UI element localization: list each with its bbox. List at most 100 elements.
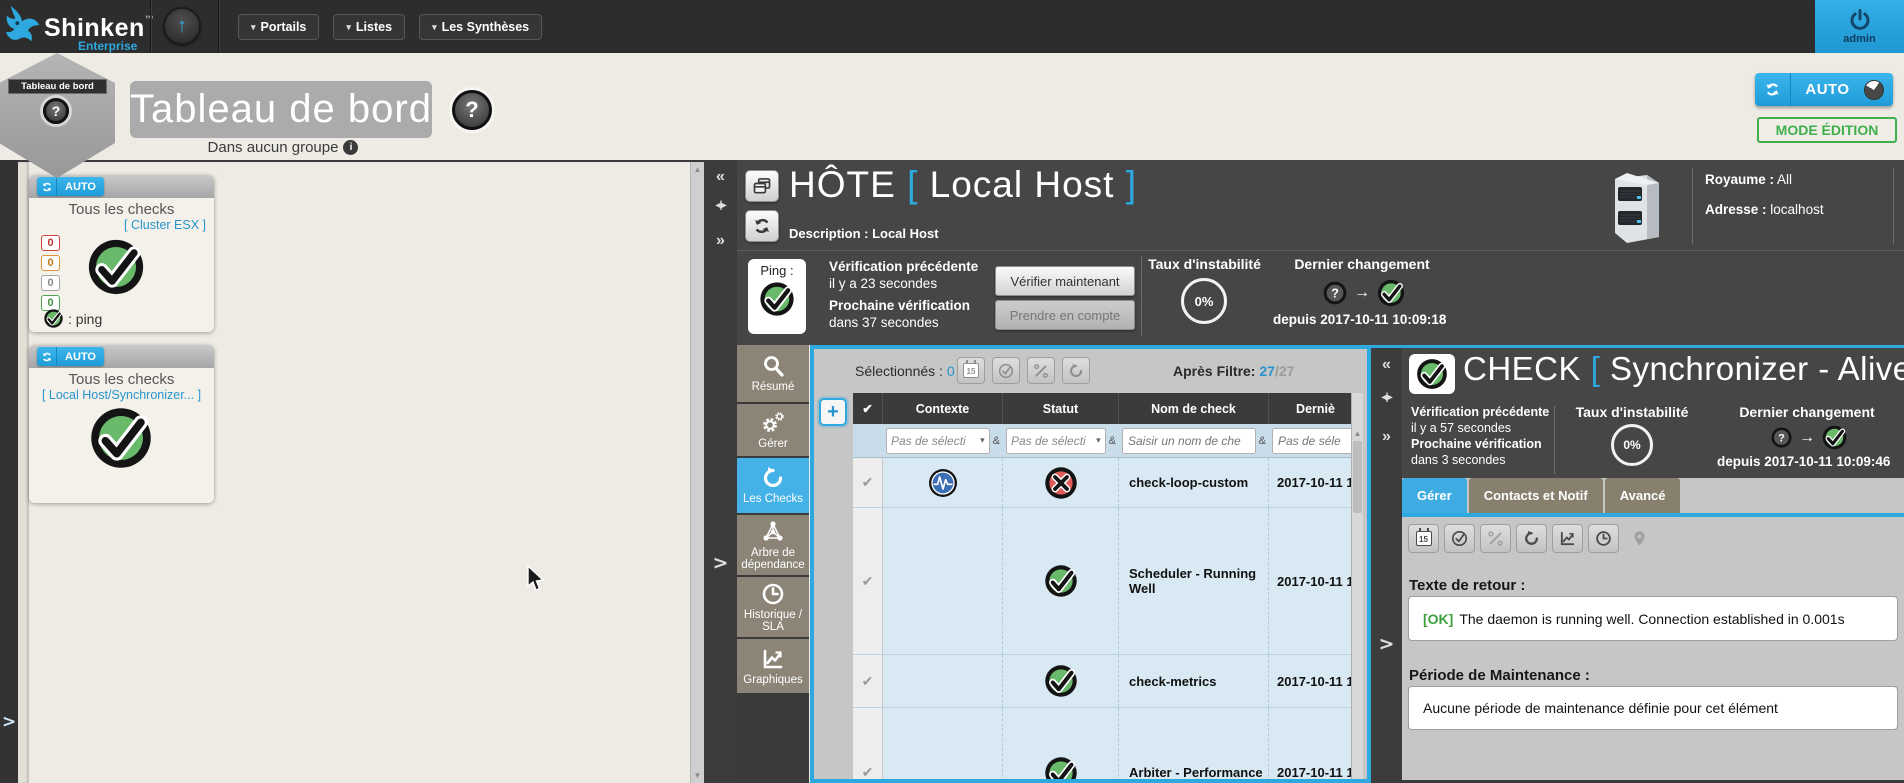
- check-panel-splitter[interactable]: « ◂|▸ » >: [1371, 348, 1402, 783]
- row-checkbox[interactable]: ✔: [853, 708, 883, 779]
- tab-avance[interactable]: Avancé: [1605, 478, 1681, 513]
- shinken-logo[interactable]: Shinken™ Enterprise: [4, 2, 149, 52]
- dashboard-scrollbar[interactable]: ▲ ▼: [690, 162, 704, 783]
- menu-syntheses[interactable]: ▾ Les Synthèses: [419, 14, 542, 40]
- sidebar-item-les-checks[interactable]: Les Checks: [737, 458, 809, 513]
- realm-value: All: [1777, 172, 1792, 187]
- after-filter-current: 27: [1259, 363, 1275, 379]
- sidebar-item-resume[interactable]: Résumé: [737, 345, 809, 402]
- auto-refresh-button[interactable]: AUTO: [1755, 73, 1893, 106]
- widget-checks-synchronizer[interactable]: AUTO Tous les checks [ Local Host/Synchr…: [29, 345, 214, 503]
- output-label: Texte de retour :: [1409, 577, 1525, 594]
- widget-header[interactable]: AUTO: [29, 175, 214, 198]
- table-row[interactable]: ✔ Arbiter - Performance 2017-10-11 1: [853, 708, 1363, 779]
- tools-button[interactable]: [1480, 524, 1511, 553]
- scrollbar-thumb[interactable]: [1353, 441, 1362, 513]
- recheck-button[interactable]: [1516, 524, 1547, 553]
- critical-counter: 0: [41, 235, 60, 251]
- add-column-button[interactable]: +: [819, 398, 847, 426]
- context-filter-select[interactable]: Pas de sélecti ▾: [886, 428, 990, 454]
- host-check-times: Vérification précédente il y a 23 second…: [829, 258, 978, 331]
- widget-header[interactable]: AUTO: [29, 345, 214, 368]
- output-text: The daemon is running well. Connection e…: [1459, 611, 1844, 627]
- open-windows-button[interactable]: [745, 170, 779, 202]
- pin-button[interactable]: [1624, 524, 1655, 553]
- widget-scope-link[interactable]: [ Local Host/Synchronizer... ]: [29, 388, 214, 402]
- expand-panel-icon[interactable]: >: [1371, 633, 1402, 655]
- row-checkbox[interactable]: ✔: [853, 508, 883, 654]
- tab-contacts-et-notif[interactable]: Contacts et Notif: [1469, 478, 1603, 513]
- menu-listes[interactable]: ▾ Listes: [333, 14, 405, 40]
- check-name[interactable]: Arbiter - Performance: [1119, 708, 1269, 779]
- checks-table-panel: Sélectionnés : 0 15 Après Filtre:: [810, 345, 1371, 783]
- check-now-button[interactable]: Vérifier maintenant: [995, 266, 1135, 296]
- user-menu[interactable]: admin: [1815, 0, 1904, 53]
- acknowledge-button[interactable]: Prendre en compte: [995, 300, 1135, 330]
- last-change-since: depuis 2017-10-11 10:09:18: [1273, 312, 1446, 327]
- collapse-left-icon[interactable]: «: [704, 168, 737, 186]
- collapse-right-icon[interactable]: »: [704, 232, 737, 250]
- row-checkbox[interactable]: ✔: [853, 458, 883, 507]
- selected-count: Sélectionnés : 0: [855, 363, 955, 379]
- address-field: Adresse : localhost: [1705, 202, 1824, 217]
- widget-checks-cluster-esx[interactable]: AUTO Tous les checks [ Cluster ESX ] 0 0…: [29, 175, 214, 332]
- host-panel-splitter[interactable]: « ◂|▸ » >: [704, 160, 737, 783]
- next-check-label: Prochaine vérification: [1411, 436, 1549, 452]
- refresh-icon[interactable]: [1755, 73, 1791, 106]
- resize-handle-icon[interactable]: ◂|▸: [1371, 392, 1402, 403]
- info-icon[interactable]: i: [343, 140, 358, 155]
- page-help-button[interactable]: ?: [452, 90, 492, 130]
- schedule-button[interactable]: 15: [1408, 524, 1439, 553]
- history-button[interactable]: [1588, 524, 1619, 553]
- table-row[interactable]: ✔ check-metrics 2017-10-11 1: [853, 655, 1363, 708]
- table-row[interactable]: ✔ Scheduler - Running Well 2017-10-11 1: [853, 508, 1363, 655]
- recheck-button[interactable]: [1062, 357, 1090, 384]
- check-name[interactable]: check-loop-custom: [1119, 458, 1269, 507]
- table-row[interactable]: ✔ check-loop-custom 2017-10-11 1: [853, 458, 1363, 508]
- acknowledge-button[interactable]: [1444, 524, 1475, 553]
- tab-gerer[interactable]: Gérer: [1402, 478, 1467, 513]
- widget-auto-button[interactable]: AUTO: [37, 347, 104, 366]
- column-derniere[interactable]: Derniè: [1269, 393, 1363, 424]
- sidebar-item-graphiques[interactable]: Graphiques: [737, 639, 809, 693]
- select-all-header[interactable]: ✔: [853, 393, 883, 424]
- column-statut[interactable]: Statut: [1003, 393, 1119, 424]
- name-filter-input[interactable]: [1122, 428, 1256, 454]
- sidebar-item-gerer[interactable]: Gérer: [737, 404, 809, 456]
- sidebar-item-arbre-dependance[interactable]: Arbre de dépendance: [737, 515, 809, 575]
- topbar-divider: [150, 0, 152, 53]
- edit-mode-button[interactable]: MODE ÉDITION: [1757, 117, 1897, 143]
- column-contexte[interactable]: Contexte: [883, 393, 1003, 424]
- column-nom-de-check[interactable]: Nom de check: [1119, 393, 1269, 424]
- expand-panel-icon[interactable]: >: [704, 552, 737, 574]
- tools-button[interactable]: [1027, 357, 1055, 384]
- check-name[interactable]: check-metrics: [1119, 655, 1269, 707]
- left-collapsed-panel[interactable]: >: [0, 160, 18, 783]
- widget-auto-button[interactable]: AUTO: [37, 177, 104, 196]
- expand-left-panel-icon[interactable]: >: [2, 712, 16, 732]
- graph-button[interactable]: [1552, 524, 1583, 553]
- home-up-button[interactable]: ↑: [163, 7, 201, 45]
- collapse-right-icon[interactable]: »: [1371, 428, 1402, 446]
- row-checkbox[interactable]: ✔: [853, 655, 883, 707]
- acknowledge-selection-button[interactable]: [992, 357, 1020, 384]
- table-scrollbar[interactable]: ▲: [1351, 393, 1363, 779]
- scroll-down-icon[interactable]: ▼: [691, 771, 704, 780]
- date-filter-input[interactable]: [1272, 428, 1360, 454]
- menu-portails[interactable]: ▾ Portails: [238, 14, 319, 40]
- schedule-button[interactable]: 15: [957, 357, 985, 384]
- collapse-left-icon[interactable]: «: [1371, 356, 1402, 374]
- check-name[interactable]: Scheduler - Running Well: [1119, 508, 1269, 654]
- check-ok-icon: [1415, 357, 1449, 391]
- hexagon-label: Tableau de bord: [8, 79, 107, 94]
- sidebar-item-historique-sla[interactable]: Historique / SLA: [737, 577, 809, 637]
- scroll-up-icon[interactable]: ▲: [1352, 429, 1363, 438]
- hexagon-help-icon[interactable]: ?: [43, 98, 69, 124]
- scroll-up-icon[interactable]: ▲: [691, 165, 704, 174]
- widget-scope-link[interactable]: [ Cluster ESX ]: [29, 218, 214, 232]
- reload-host-button[interactable]: [745, 210, 779, 242]
- status-filter-select[interactable]: Pas de sélecti ▾: [1006, 428, 1106, 454]
- resize-handle-icon[interactable]: ◂|▸: [704, 200, 737, 211]
- tools-icon: [1487, 530, 1504, 547]
- check-name: Synchronizer - Alive: [1610, 350, 1904, 387]
